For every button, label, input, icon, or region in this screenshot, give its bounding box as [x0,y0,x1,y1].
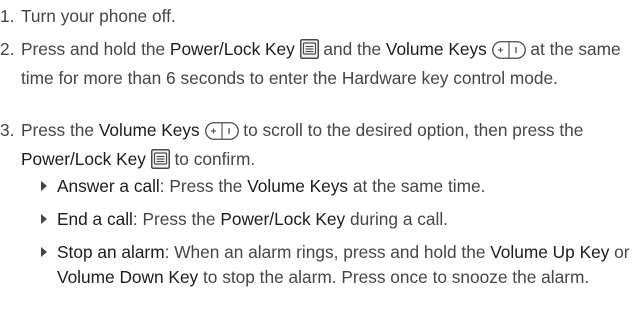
step-number: 2. [0,39,15,59]
key-name: Volume Keys [247,176,349,196]
option-title: Stop an alarm [57,242,165,262]
key-name: Volume Keys [98,120,200,140]
option-title: Answer a call [57,176,160,196]
option-text: End a call: Press the Power/Lock Key dur… [57,209,448,229]
key-name: Power/Lock Key [21,148,146,169]
key-name: Volume Up Key [490,242,610,262]
step-text: Press the Volume Keys to scroll to the d… [21,118,630,175]
key-name: Power/Lock Key [169,39,295,59]
step-text: Press and hold the Power/Lock Key and th… [21,39,621,88]
option-title: End a call [57,209,133,229]
bullet-triangle-icon [41,181,47,191]
option-text: Answer a call: Press the Volume Keys at … [57,176,486,196]
volume-keys-icon [204,122,239,147]
step-text: Turn your phone off. [21,6,176,26]
power-lock-key-icon [299,39,319,66]
bullet-triangle-icon [41,214,47,224]
key-name: Volume Down Key [57,266,199,287]
instructions-page: 1. Turn your phone off. 2. Press and hol… [0,0,636,324]
bullet-triangle-icon [41,247,47,257]
option-text: Stop an alarm: When an alarm rings, pres… [57,242,630,287]
power-lock-key-icon [150,148,170,176]
step-number: 3. [0,120,15,140]
step-number: 1. [0,6,15,26]
key-name: Volume Keys [385,39,487,59]
volume-keys-icon [491,41,526,66]
key-name: Power/Lock Key [220,209,346,229]
